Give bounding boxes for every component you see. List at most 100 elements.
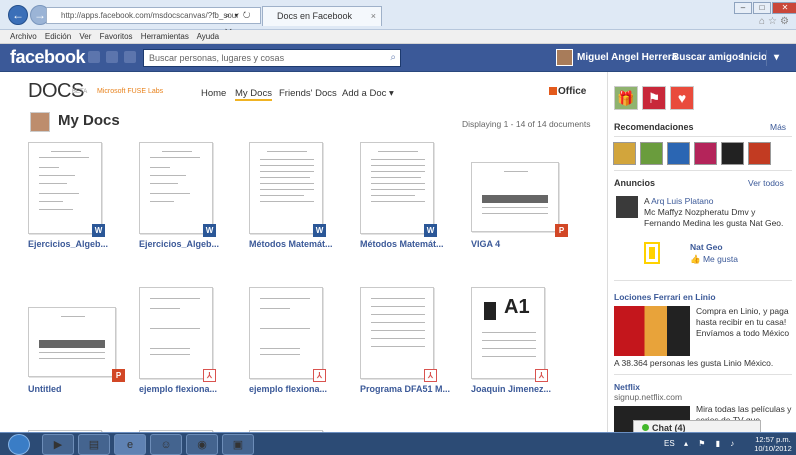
- game-icon-3[interactable]: [667, 142, 690, 165]
- facebook-logo[interactable]: facebook: [10, 47, 86, 68]
- notifications-icon[interactable]: [124, 51, 136, 63]
- menu-favoritos[interactable]: Favoritos: [100, 32, 133, 41]
- game-icon-2[interactable]: [640, 142, 663, 165]
- nav-home[interactable]: Home: [201, 88, 226, 99]
- document-title[interactable]: Untitled: [28, 384, 62, 394]
- document-card[interactable]: P VIGA 4: [471, 142, 568, 262]
- nav-my-docs[interactable]: My Docs: [235, 88, 272, 101]
- gift-app-icon[interactable]: 🎁: [614, 86, 638, 110]
- menu-ayuda[interactable]: Ayuda: [197, 32, 220, 41]
- game-icon-4[interactable]: [694, 142, 717, 165]
- minimize-button[interactable]: –: [734, 2, 752, 14]
- cards-app-icon[interactable]: ♥: [670, 86, 694, 110]
- language-indicator[interactable]: ES: [664, 439, 675, 448]
- social-ad-name[interactable]: Arq Luis Platano: [651, 196, 713, 206]
- document-card[interactable]: ⅄ Programa DFA51 M...: [360, 287, 450, 407]
- fuse-labs-link[interactable]: Microsoft FUSE Labs: [97, 88, 163, 95]
- word-file-icon: W: [424, 224, 437, 237]
- internet-explorer-icon[interactable]: e: [114, 434, 146, 455]
- document-thumbnail[interactable]: [249, 142, 323, 234]
- document-thumbnail[interactable]: [139, 142, 213, 234]
- clock-time: 12:57 p.m.: [755, 435, 791, 444]
- facebook-header: facebook Buscar personas, lugares y cosa…: [0, 44, 796, 72]
- game-icon-1[interactable]: [613, 142, 636, 165]
- document-thumbnail[interactable]: [360, 142, 434, 234]
- document-title[interactable]: ejemplo flexiona...: [139, 384, 217, 394]
- app-icon[interactable]: ☺: [150, 434, 182, 455]
- messages-icon[interactable]: [106, 51, 118, 63]
- document-title[interactable]: Programa DFA51 M...: [360, 384, 450, 394]
- maximize-button[interactable]: □: [753, 2, 771, 14]
- document-card[interactable]: W Ejercicios_Algeb...: [28, 142, 114, 262]
- divider: [614, 136, 792, 137]
- search-icon[interactable]: ⌕: [390, 50, 396, 66]
- ie-toolbar-icons[interactable]: ⌂☆⚙: [759, 16, 792, 27]
- facebook-search-input[interactable]: Buscar personas, lugares y cosas ⌕: [143, 49, 401, 67]
- natgeo-like-link[interactable]: 👍 Me gusta: [690, 254, 738, 265]
- document-thumbnail[interactable]: [28, 307, 116, 377]
- lociones-title[interactable]: Lociones Ferrari en Linio: [614, 292, 716, 302]
- tab-close-icon[interactable]: ×: [371, 7, 376, 26]
- document-card[interactable]: ⅄ ejemplo flexiona...: [139, 287, 225, 407]
- lociones-image[interactable]: [614, 306, 690, 356]
- document-title[interactable]: Métodos Matemát...: [249, 239, 333, 249]
- document-title[interactable]: VIGA 4: [471, 239, 500, 249]
- natgeo-logo[interactable]: [644, 242, 660, 264]
- document-card[interactable]: W Métodos Matemát...: [360, 142, 446, 262]
- menu-archivo[interactable]: Archivo: [10, 32, 37, 41]
- natgeo-title[interactable]: Nat Geo: [690, 242, 723, 252]
- friend-requests-icon[interactable]: [88, 51, 100, 63]
- netflix-title[interactable]: Netflix: [614, 382, 640, 392]
- game-icon-5[interactable]: [721, 142, 744, 165]
- home-link[interactable]: Inicio: [741, 52, 767, 63]
- explorer-icon[interactable]: ▤: [78, 434, 110, 455]
- document-title[interactable]: Métodos Matemát...: [360, 239, 444, 249]
- game-icon-6[interactable]: [748, 142, 771, 165]
- document-thumbnail[interactable]: [139, 287, 213, 379]
- docs-main: DOCS BETA Microsoft FUSE Labs Home My Do…: [0, 72, 605, 432]
- ad-avatar[interactable]: [616, 196, 638, 218]
- tab-title: Docs en Facebook: [277, 11, 353, 21]
- lociones-text: Compra en Linio, y paga hasta recibir en…: [696, 306, 790, 338]
- document-title[interactable]: Ejercicios_Algeb...: [28, 239, 108, 249]
- start-button[interactable]: [8, 434, 30, 455]
- document-card[interactable]: A1 ⅄ Joaquin Jimenez...: [471, 287, 557, 407]
- flag-app-icon[interactable]: ⚑: [642, 86, 666, 110]
- user-avatar[interactable]: [556, 49, 573, 66]
- document-card[interactable]: P Untitled: [28, 287, 125, 407]
- nav-add-doc[interactable]: Add a Doc ▾: [342, 88, 394, 99]
- account-menu-icon[interactable]: ▾: [774, 52, 779, 63]
- close-window-button[interactable]: ✕: [772, 2, 796, 14]
- document-title[interactable]: Ejercicios_Algeb...: [139, 239, 219, 249]
- document-thumbnail[interactable]: A1: [471, 287, 545, 379]
- chrome-icon[interactable]: ◉: [186, 434, 218, 455]
- lociones-likes: A 38.364 personas les gusta Linio México…: [614, 358, 774, 368]
- document-card[interactable]: ⅄ ejemplo flexiona...: [249, 287, 335, 407]
- menu-herramientas[interactable]: Herramientas: [141, 32, 189, 41]
- address-controls[interactable]: ⌕ ▾ ↻ ✕: [223, 7, 261, 37]
- search-placeholder: Buscar personas, lugares y cosas: [149, 53, 285, 63]
- word-file-icon: W: [313, 224, 326, 237]
- clock[interactable]: 12:57 p.m. 10/10/2012: [752, 435, 794, 453]
- see-all-link[interactable]: Ver todos: [748, 178, 784, 188]
- document-card[interactable]: W Ejercicios_Algeb...: [139, 142, 225, 262]
- document-title[interactable]: ejemplo flexiona...: [249, 384, 327, 394]
- document-thumbnail[interactable]: [28, 142, 102, 234]
- media-player-icon[interactable]: ▶: [42, 434, 74, 455]
- more-link[interactable]: Más: [770, 122, 786, 132]
- page-title: My Docs: [58, 112, 120, 129]
- document-title[interactable]: Joaquin Jimenez...: [471, 384, 551, 394]
- document-thumbnail[interactable]: [360, 287, 434, 379]
- document-thumbnail[interactable]: [249, 287, 323, 379]
- find-friends-link[interactable]: Buscar amigos: [672, 52, 744, 63]
- document-thumbnail[interactable]: [471, 162, 559, 232]
- browser-tab[interactable]: Docs en Facebook ×: [262, 6, 382, 26]
- tray-icons[interactable]: ▴ ⚑ ▮ ♪: [684, 439, 738, 448]
- window-icon[interactable]: ▣: [222, 434, 254, 455]
- document-card[interactable]: W Métodos Matemát...: [249, 142, 335, 262]
- user-name-link[interactable]: Miguel Angel Herrera: [577, 52, 677, 63]
- menu-edicion[interactable]: Edición: [45, 32, 71, 41]
- nav-friends-docs[interactable]: Friends' Docs: [279, 88, 337, 99]
- menu-ver[interactable]: Ver: [79, 32, 91, 41]
- back-button[interactable]: ←: [8, 5, 28, 25]
